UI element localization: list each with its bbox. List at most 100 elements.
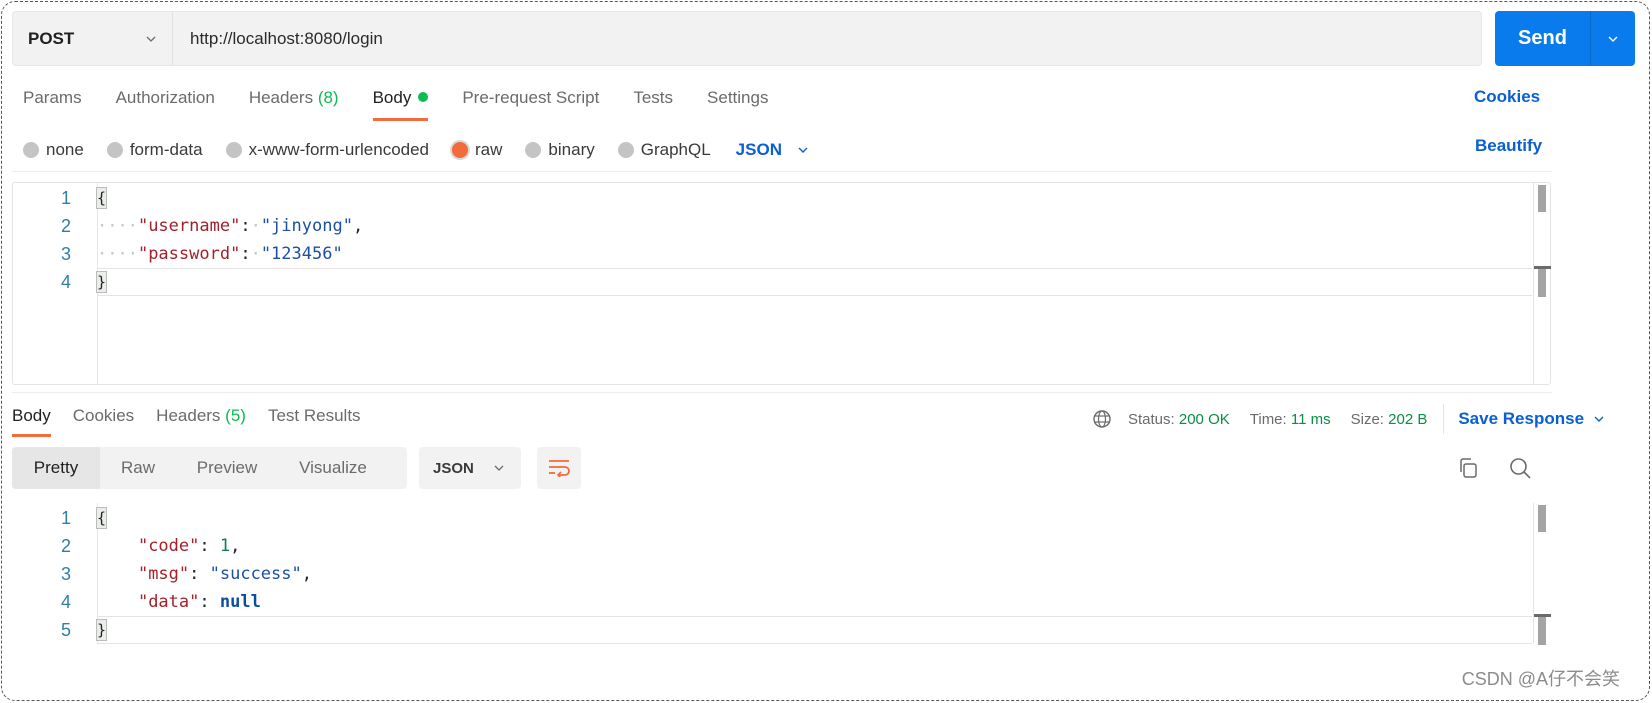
time-readout: Time: 11 ms xyxy=(1250,411,1331,428)
url-input[interactable]: http://localhost:8080/login xyxy=(173,29,383,49)
wrap-lines-button[interactable] xyxy=(537,447,581,489)
line-number: 1 xyxy=(60,187,71,208)
divider xyxy=(1443,404,1445,434)
line-number: 5 xyxy=(60,619,71,640)
radio-x-www-form-urlencoded[interactable]: x-www-form-urlencoded xyxy=(225,140,430,160)
view-mode-selector: Pretty Raw Preview Visualize xyxy=(12,447,407,489)
resp-tab-headers-label: Headers xyxy=(156,406,221,425)
request-body-editor[interactable]: 1 { 2 ····"username":·"jinyong", 3 ····"… xyxy=(12,182,1551,385)
json-value: "jinyong" xyxy=(260,216,353,236)
radio-circle xyxy=(23,142,39,158)
code-line: 2 ····"username":·"jinyong", xyxy=(13,212,1550,240)
scrollbar-thumb[interactable] xyxy=(1538,185,1546,212)
open-brace: { xyxy=(96,507,107,529)
size-label: Size: xyxy=(1350,410,1384,428)
search-button[interactable] xyxy=(1508,456,1532,480)
radio-label: binary xyxy=(548,140,595,159)
radio-label: form-data xyxy=(129,140,203,159)
method-label: POST xyxy=(28,28,75,48)
beautify-link[interactable]: Beautify xyxy=(1475,136,1542,156)
viewer-scrollbar[interactable] xyxy=(1533,503,1551,645)
size-value: 202 B xyxy=(1388,410,1428,428)
radio-label: GraphQL xyxy=(640,140,711,159)
tab-pre-request-script[interactable]: Pre-request Script xyxy=(462,88,599,108)
json-value: null xyxy=(219,592,261,612)
chevron-down-icon xyxy=(1608,36,1618,42)
json-punct: , xyxy=(301,564,312,584)
view-pretty[interactable]: Pretty xyxy=(12,447,100,489)
save-response-label: Save Response xyxy=(1458,409,1585,428)
send-button-group: Send xyxy=(1495,11,1635,66)
tab-body[interactable]: Body xyxy=(372,88,429,121)
url-bar: POST http://localhost:8080/login xyxy=(12,11,1482,66)
view-visualize[interactable]: Visualize xyxy=(278,447,388,489)
json-punct: , xyxy=(352,216,364,236)
radio-form-data[interactable]: form-data xyxy=(106,140,203,160)
chevron-down-icon xyxy=(146,36,156,42)
json-value: 1 xyxy=(219,536,231,556)
radio-none[interactable]: none xyxy=(23,140,84,160)
radio-label: x-www-form-urlencoded xyxy=(248,140,430,159)
scrollbar-thumb[interactable] xyxy=(1538,505,1546,532)
save-response-button[interactable]: Save Response xyxy=(1458,409,1604,429)
raw-language-label: JSON xyxy=(735,140,782,159)
resp-tab-cookies[interactable]: Cookies xyxy=(73,406,134,426)
view-preview[interactable]: Preview xyxy=(176,447,278,489)
resp-tab-test-results[interactable]: Test Results xyxy=(268,406,361,426)
status-value: 200 OK xyxy=(1178,410,1230,428)
resp-tab-headers[interactable]: Headers (5) xyxy=(156,406,246,426)
globe-icon[interactable] xyxy=(1092,409,1112,429)
radio-raw[interactable]: raw xyxy=(452,140,502,160)
line-number: 4 xyxy=(60,591,71,612)
send-button[interactable]: Send xyxy=(1495,11,1590,66)
body-indicator-dot xyxy=(418,92,429,102)
tab-tests[interactable]: Tests xyxy=(633,88,673,108)
json-value: "success" xyxy=(209,564,302,584)
scrollbar-thumb[interactable] xyxy=(1538,617,1546,645)
request-tabs: Params Authorization Headers (8) Body Pr… xyxy=(23,88,802,121)
editor-scrollbar[interactable] xyxy=(1533,183,1551,384)
response-format-select[interactable]: JSON xyxy=(419,447,521,489)
raw-language-select[interactable]: JSON xyxy=(736,140,808,160)
radio-binary[interactable]: binary xyxy=(525,140,595,160)
status-label: Status: xyxy=(1128,410,1175,428)
close-brace: } xyxy=(96,271,107,293)
open-brace: { xyxy=(96,187,107,209)
line-number: 2 xyxy=(60,535,71,556)
method-select[interactable]: POST xyxy=(13,12,173,65)
json-key: "msg" xyxy=(137,564,190,584)
radio-graphql[interactable]: GraphQL xyxy=(617,140,711,160)
line-number: 2 xyxy=(60,215,71,236)
radio-circle xyxy=(106,142,123,158)
tab-settings[interactable]: Settings xyxy=(707,88,768,108)
line-number: 1 xyxy=(60,507,71,528)
tab-authorization[interactable]: Authorization xyxy=(116,88,215,108)
copy-icon xyxy=(1460,458,1477,478)
code-line: 4 } xyxy=(13,268,1550,296)
tab-params[interactable]: Params xyxy=(23,88,82,108)
copy-button[interactable] xyxy=(1456,456,1480,480)
chevron-down-icon xyxy=(494,465,504,471)
json-punct: , xyxy=(230,536,241,556)
cookies-link[interactable]: Cookies xyxy=(1474,87,1540,107)
radio-circle xyxy=(452,142,469,158)
radio-label: none xyxy=(46,140,84,159)
line-number: 4 xyxy=(60,271,71,292)
response-body-viewer[interactable]: 1 { 2 "code": 1, 3 "msg": "success", 4 "… xyxy=(12,502,1551,645)
code-line: 4 "data": null xyxy=(13,588,1550,616)
view-raw[interactable]: Raw xyxy=(100,447,176,489)
send-options-button[interactable] xyxy=(1591,11,1635,66)
json-key: "data" xyxy=(137,592,200,612)
resp-headers-count: (5) xyxy=(225,406,246,425)
tab-headers[interactable]: Headers (8) xyxy=(249,88,339,108)
code-line: 1 { xyxy=(13,184,1550,212)
status-readout: Status: 200 OK xyxy=(1128,411,1230,428)
resp-tab-body[interactable]: Body xyxy=(12,406,51,437)
divider xyxy=(12,171,1552,172)
size-readout: Size: 202 B xyxy=(1351,411,1428,428)
code-line: 3 "msg": "success", xyxy=(13,560,1550,588)
response-status-bar: Status: 200 OK Time: 11 ms Size: 202 B S… xyxy=(1092,404,1604,434)
json-value: "123456" xyxy=(260,244,343,264)
scrollbar-thumb[interactable] xyxy=(1538,269,1546,297)
time-label: Time: xyxy=(1249,410,1287,428)
